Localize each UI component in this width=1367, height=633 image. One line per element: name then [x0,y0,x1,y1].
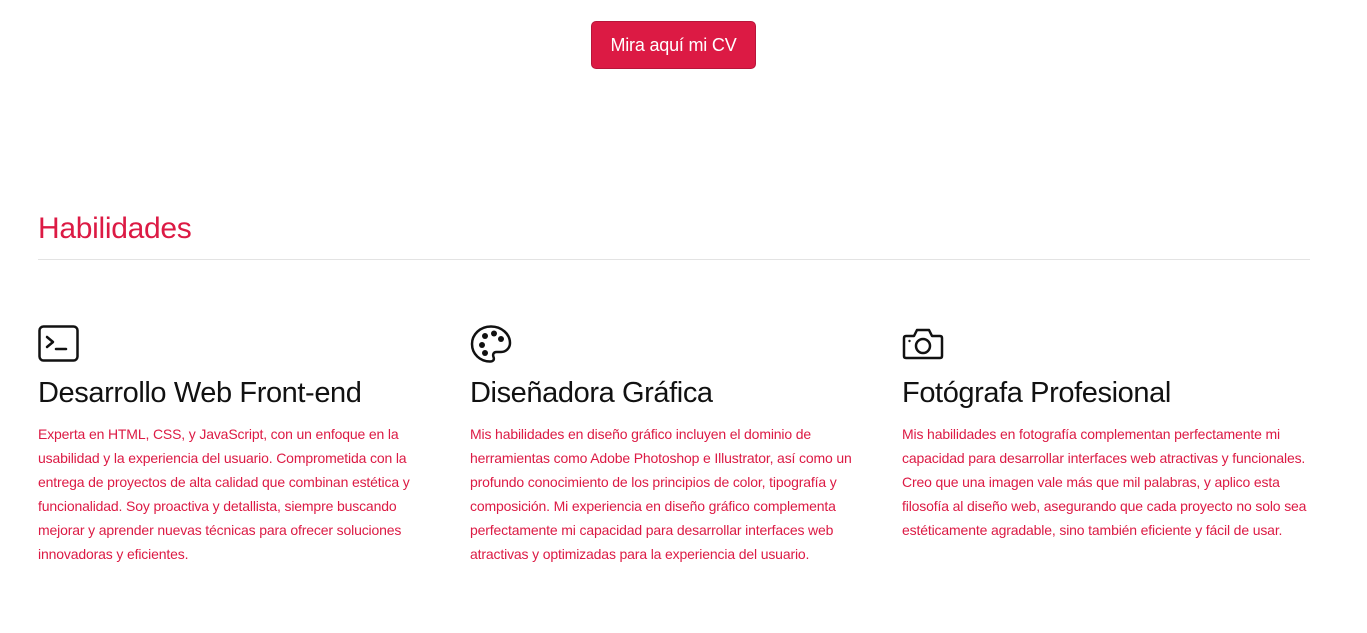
skill-title: Diseñadora Gráfica [470,377,713,409]
skill-card-web-dev: Desarrollo Web Front-end Experta en HTML… [38,324,430,566]
skill-card-graphic-design: Diseñadora Gráfica Mis habilidades en di… [470,324,862,566]
camera-icon [902,328,944,360]
skill-card-photography: Fotógrafa Profesional Mis habilidades en… [902,324,1312,542]
skill-description: Experta en HTML, CSS, y JavaScript, con … [38,426,410,562]
terminal-icon [38,325,79,362]
skill-title: Desarrollo Web Front-end [38,377,362,409]
view-cv-button[interactable]: Mira aquí mi CV [591,21,756,69]
view-cv-button-label: Mira aquí mi CV [610,34,737,55]
palette-icon [470,325,512,363]
skill-description: Mis habilidades en fotografía complement… [902,426,1307,538]
skill-description: Mis habilidades en diseño gráfico incluy… [470,426,852,562]
skills-section-title: Habilidades [38,212,192,245]
skill-title: Fotógrafa Profesional [902,377,1171,409]
section-divider [38,259,1310,260]
page: Mira aquí mi CV Habilidades Desarrollo W… [0,0,1367,633]
